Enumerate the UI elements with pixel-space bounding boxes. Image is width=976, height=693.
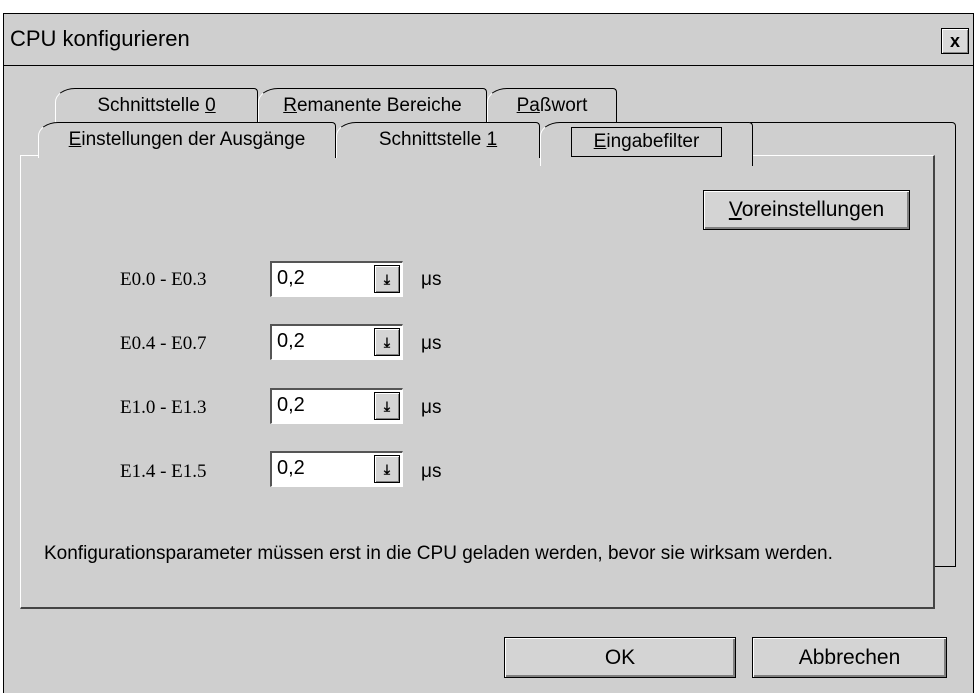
filter-label-e1-4: E1.4 - E1.5 (120, 461, 207, 482)
info-note: Konfigurationsparameter müssen erst in d… (44, 543, 833, 564)
title-bar: CPU konfigurieren x (4, 14, 973, 66)
tab-remanente-bereiche[interactable]: Remanente Bereiche (258, 88, 487, 124)
arrow-down-bar-icon[interactable]: ⤓ (374, 455, 400, 483)
filter-select-e0-4[interactable]: 0,2 ⤓ (270, 324, 403, 360)
close-icon: x (949, 31, 960, 51)
window-title: CPU konfigurieren (10, 26, 190, 51)
filter-label-e0-0: E0.0 - E0.3 (120, 269, 207, 290)
arrow-down-bar-icon[interactable]: ⤓ (374, 392, 400, 420)
unit-label: μs (421, 333, 442, 354)
unit-label: μs (421, 461, 442, 482)
tab-eingabefilter[interactable]: Eingabefilter (540, 122, 753, 166)
arrow-down-bar-icon[interactable]: ⤓ (374, 328, 400, 356)
unit-label: μs (421, 269, 442, 290)
close-button[interactable]: x (941, 28, 969, 54)
unit-label: μs (421, 397, 442, 418)
filter-value: 0,2 (277, 330, 305, 352)
filter-value: 0,2 (277, 457, 305, 479)
filter-label-e0-4: E0.4 - E0.7 (120, 333, 207, 354)
filter-value: 0,2 (277, 394, 305, 416)
tab-einstellungen-ausgaenge[interactable]: Einstellungen der Ausgänge (38, 122, 336, 158)
ok-button[interactable]: OK (504, 637, 736, 678)
tab-passwort[interactable]: Paßwort (487, 88, 617, 124)
tab-schnittstelle-0[interactable]: Schnittstelle 0 (55, 88, 258, 124)
cancel-button[interactable]: Abbrechen (752, 637, 947, 678)
filter-select-e0-0[interactable]: 0,2 ⤓ (270, 261, 403, 297)
filter-value: 0,2 (277, 267, 305, 289)
filter-select-e1-0[interactable]: 0,2 ⤓ (270, 388, 403, 424)
tab-focus-box: Eingabefilter (570, 127, 723, 157)
tab-schnittstelle-1[interactable]: Schnittstelle 1 (336, 122, 540, 158)
arrow-down-bar-icon[interactable]: ⤓ (374, 265, 400, 293)
voreinstellungen-button[interactable]: Voreinstellungen (703, 190, 910, 230)
filter-label-e1-0: E1.0 - E1.3 (120, 397, 207, 418)
filter-select-e1-4[interactable]: 0,2 ⤓ (270, 451, 403, 487)
